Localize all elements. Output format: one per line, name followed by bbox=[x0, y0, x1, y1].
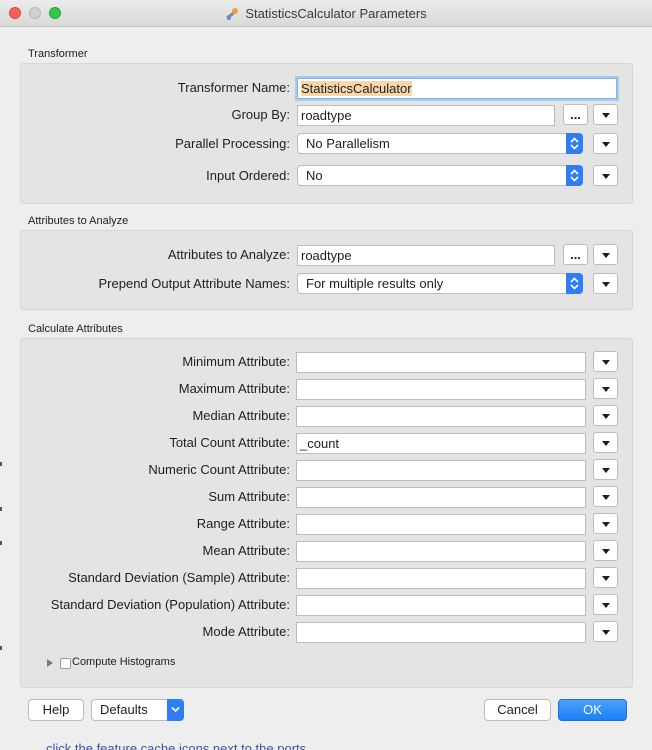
transformer-name-label: Transformer Name: bbox=[177, 80, 290, 95]
triangle-down-icon bbox=[602, 253, 610, 258]
triangle-down-icon bbox=[602, 603, 610, 608]
input-ordered-menu-button[interactable] bbox=[593, 165, 618, 186]
triangle-down-icon bbox=[602, 576, 610, 581]
sum-attribute-field[interactable] bbox=[296, 487, 586, 508]
triangle-down-icon bbox=[602, 468, 610, 473]
maximum-attribute-menu-button[interactable] bbox=[593, 378, 618, 399]
input-ordered-label: Input Ordered: bbox=[206, 168, 290, 183]
transformer-section-heading: Transformer bbox=[28, 48, 88, 60]
mode-attribute-menu-button[interactable] bbox=[593, 621, 618, 642]
background-window-text: click the feature cache icons next to th… bbox=[46, 741, 307, 750]
group-by-label: Group By: bbox=[231, 107, 290, 122]
group-by-menu-button[interactable] bbox=[593, 104, 618, 125]
triangle-down-icon bbox=[602, 174, 610, 179]
numeric-count-attribute-field[interactable] bbox=[296, 460, 586, 481]
calc-row-label: Sum Attribute: bbox=[208, 489, 290, 504]
parallel-processing-value: No Parallelism bbox=[306, 136, 390, 151]
defaults-label: Defaults bbox=[100, 702, 148, 717]
calc-row-label: Mean Attribute: bbox=[202, 543, 290, 558]
ok-button[interactable]: OK bbox=[558, 699, 627, 721]
triangle-down-icon bbox=[602, 142, 610, 147]
defaults-button[interactable]: Defaults bbox=[91, 699, 184, 721]
range-attribute-field[interactable] bbox=[296, 514, 586, 535]
background-edge-mark bbox=[0, 507, 2, 511]
stddev-sample-attribute-menu-button[interactable] bbox=[593, 567, 618, 588]
parallel-processing-label: Parallel Processing: bbox=[175, 136, 290, 151]
triangle-down-icon bbox=[602, 549, 610, 554]
transformer-icon bbox=[226, 7, 239, 20]
attributes-group bbox=[20, 230, 633, 310]
median-attribute-field[interactable] bbox=[296, 406, 586, 427]
range-attribute-menu-button[interactable] bbox=[593, 513, 618, 534]
cancel-button[interactable]: Cancel bbox=[484, 699, 551, 721]
group-by-browse-button[interactable]: ... bbox=[563, 104, 588, 125]
attributes-to-analyze-field[interactable]: roadtype bbox=[297, 245, 555, 266]
calc-row-label: Numeric Count Attribute: bbox=[148, 462, 290, 477]
triangle-down-icon bbox=[602, 441, 610, 446]
maximum-attribute-field[interactable] bbox=[296, 379, 586, 400]
attributes-menu-button[interactable] bbox=[593, 244, 618, 265]
mode-attribute-field[interactable] bbox=[296, 622, 586, 643]
input-ordered-select[interactable]: No bbox=[297, 165, 583, 186]
prepend-output-value: For multiple results only bbox=[306, 276, 444, 291]
transformer-name-field[interactable]: StatisticsCalculator bbox=[297, 78, 617, 99]
compute-histograms-label[interactable]: Compute Histograms bbox=[72, 656, 175, 668]
mean-attribute-field[interactable] bbox=[296, 541, 586, 562]
title-bar: StatisticsCalculator Parameters bbox=[0, 0, 652, 27]
triangle-down-icon bbox=[602, 522, 610, 527]
background-edge-mark bbox=[0, 646, 2, 650]
stddev-population-attribute-field[interactable] bbox=[296, 595, 586, 616]
calc-row-label: Standard Deviation (Sample) Attribute: bbox=[68, 570, 290, 585]
calc-row-label: Mode Attribute: bbox=[202, 624, 290, 639]
calc-row-label: Maximum Attribute: bbox=[178, 381, 290, 396]
calc-row-label: Total Count Attribute: bbox=[169, 435, 290, 450]
minimum-attribute-field[interactable] bbox=[296, 352, 586, 373]
background-edge-mark bbox=[0, 541, 2, 545]
total-count-attribute-field[interactable]: _count bbox=[296, 433, 586, 454]
median-attribute-menu-button[interactable] bbox=[593, 405, 618, 426]
attributes-to-analyze-label: Attributes to Analyze: bbox=[167, 247, 290, 262]
minimum-attribute-menu-button[interactable] bbox=[593, 351, 618, 372]
ellipsis-icon: ... bbox=[570, 247, 581, 262]
prepend-output-select[interactable]: For multiple results only bbox=[297, 273, 583, 294]
chevron-down-icon bbox=[167, 699, 184, 721]
up-down-chevron-icon bbox=[566, 133, 583, 154]
mean-attribute-menu-button[interactable] bbox=[593, 540, 618, 561]
triangle-down-icon bbox=[602, 387, 610, 392]
stddev-sample-attribute-field[interactable] bbox=[296, 568, 586, 589]
triangle-down-icon bbox=[602, 282, 610, 287]
triangle-down-icon bbox=[602, 414, 610, 419]
compute-histograms-checkbox[interactable] bbox=[60, 658, 71, 669]
sum-attribute-menu-button[interactable] bbox=[593, 486, 618, 507]
parallel-processing-select[interactable]: No Parallelism bbox=[297, 133, 583, 154]
calc-row-label: Standard Deviation (Population) Attribut… bbox=[50, 597, 290, 612]
calculate-section-heading: Calculate Attributes bbox=[28, 323, 123, 335]
up-down-chevron-icon bbox=[566, 273, 583, 294]
prepend-output-label: Prepend Output Attribute Names: bbox=[98, 276, 291, 291]
disclosure-triangle-icon[interactable] bbox=[47, 659, 53, 667]
help-button[interactable]: Help bbox=[28, 699, 84, 721]
total-count-attribute-menu-button[interactable] bbox=[593, 432, 618, 453]
parallel-processing-menu-button[interactable] bbox=[593, 133, 618, 154]
input-ordered-value: No bbox=[306, 168, 323, 183]
ellipsis-icon: ... bbox=[570, 107, 581, 122]
triangle-down-icon bbox=[602, 495, 610, 500]
prepend-output-menu-button[interactable] bbox=[593, 273, 618, 294]
group-by-field[interactable]: roadtype bbox=[297, 105, 555, 126]
numeric-count-attribute-menu-button[interactable] bbox=[593, 459, 618, 480]
triangle-down-icon bbox=[602, 630, 610, 635]
attributes-browse-button[interactable]: ... bbox=[563, 244, 588, 265]
background-edge-mark bbox=[0, 462, 2, 466]
calc-row-label: Median Attribute: bbox=[192, 408, 290, 423]
calc-row-label: Minimum Attribute: bbox=[182, 354, 290, 369]
window-title-wrap: StatisticsCalculator Parameters bbox=[0, 0, 652, 27]
window-title: StatisticsCalculator Parameters bbox=[245, 6, 427, 21]
transformer-name-value: StatisticsCalculator bbox=[301, 81, 412, 96]
up-down-chevron-icon bbox=[566, 165, 583, 186]
calc-row-label: Range Attribute: bbox=[196, 516, 290, 531]
triangle-down-icon bbox=[602, 113, 610, 118]
triangle-down-icon bbox=[602, 360, 610, 365]
stddev-population-attribute-menu-button[interactable] bbox=[593, 594, 618, 615]
attributes-section-heading: Attributes to Analyze bbox=[28, 215, 129, 227]
